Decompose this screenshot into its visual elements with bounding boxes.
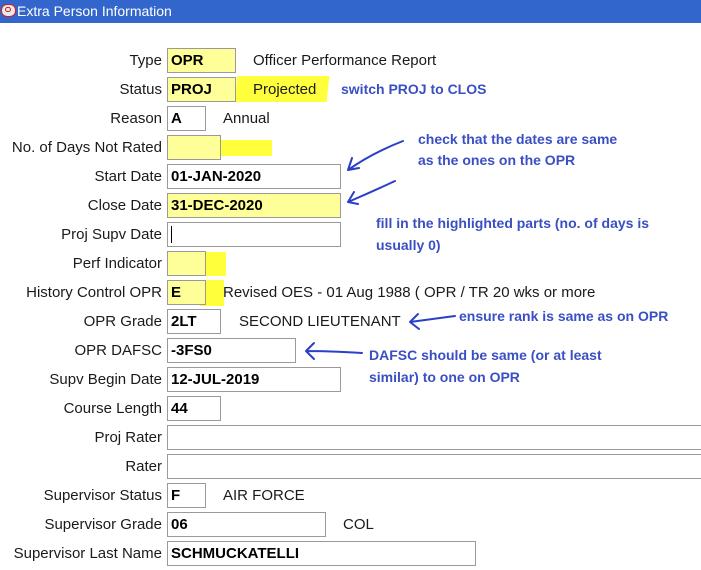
arrow-to-start-date-icon xyxy=(347,140,404,171)
annotation-arrows xyxy=(305,140,456,360)
arrow-to-opr-dafsc-icon xyxy=(305,342,363,360)
arrow-to-close-date-icon xyxy=(347,180,396,205)
arrow-to-opr-grade-icon xyxy=(409,313,456,330)
